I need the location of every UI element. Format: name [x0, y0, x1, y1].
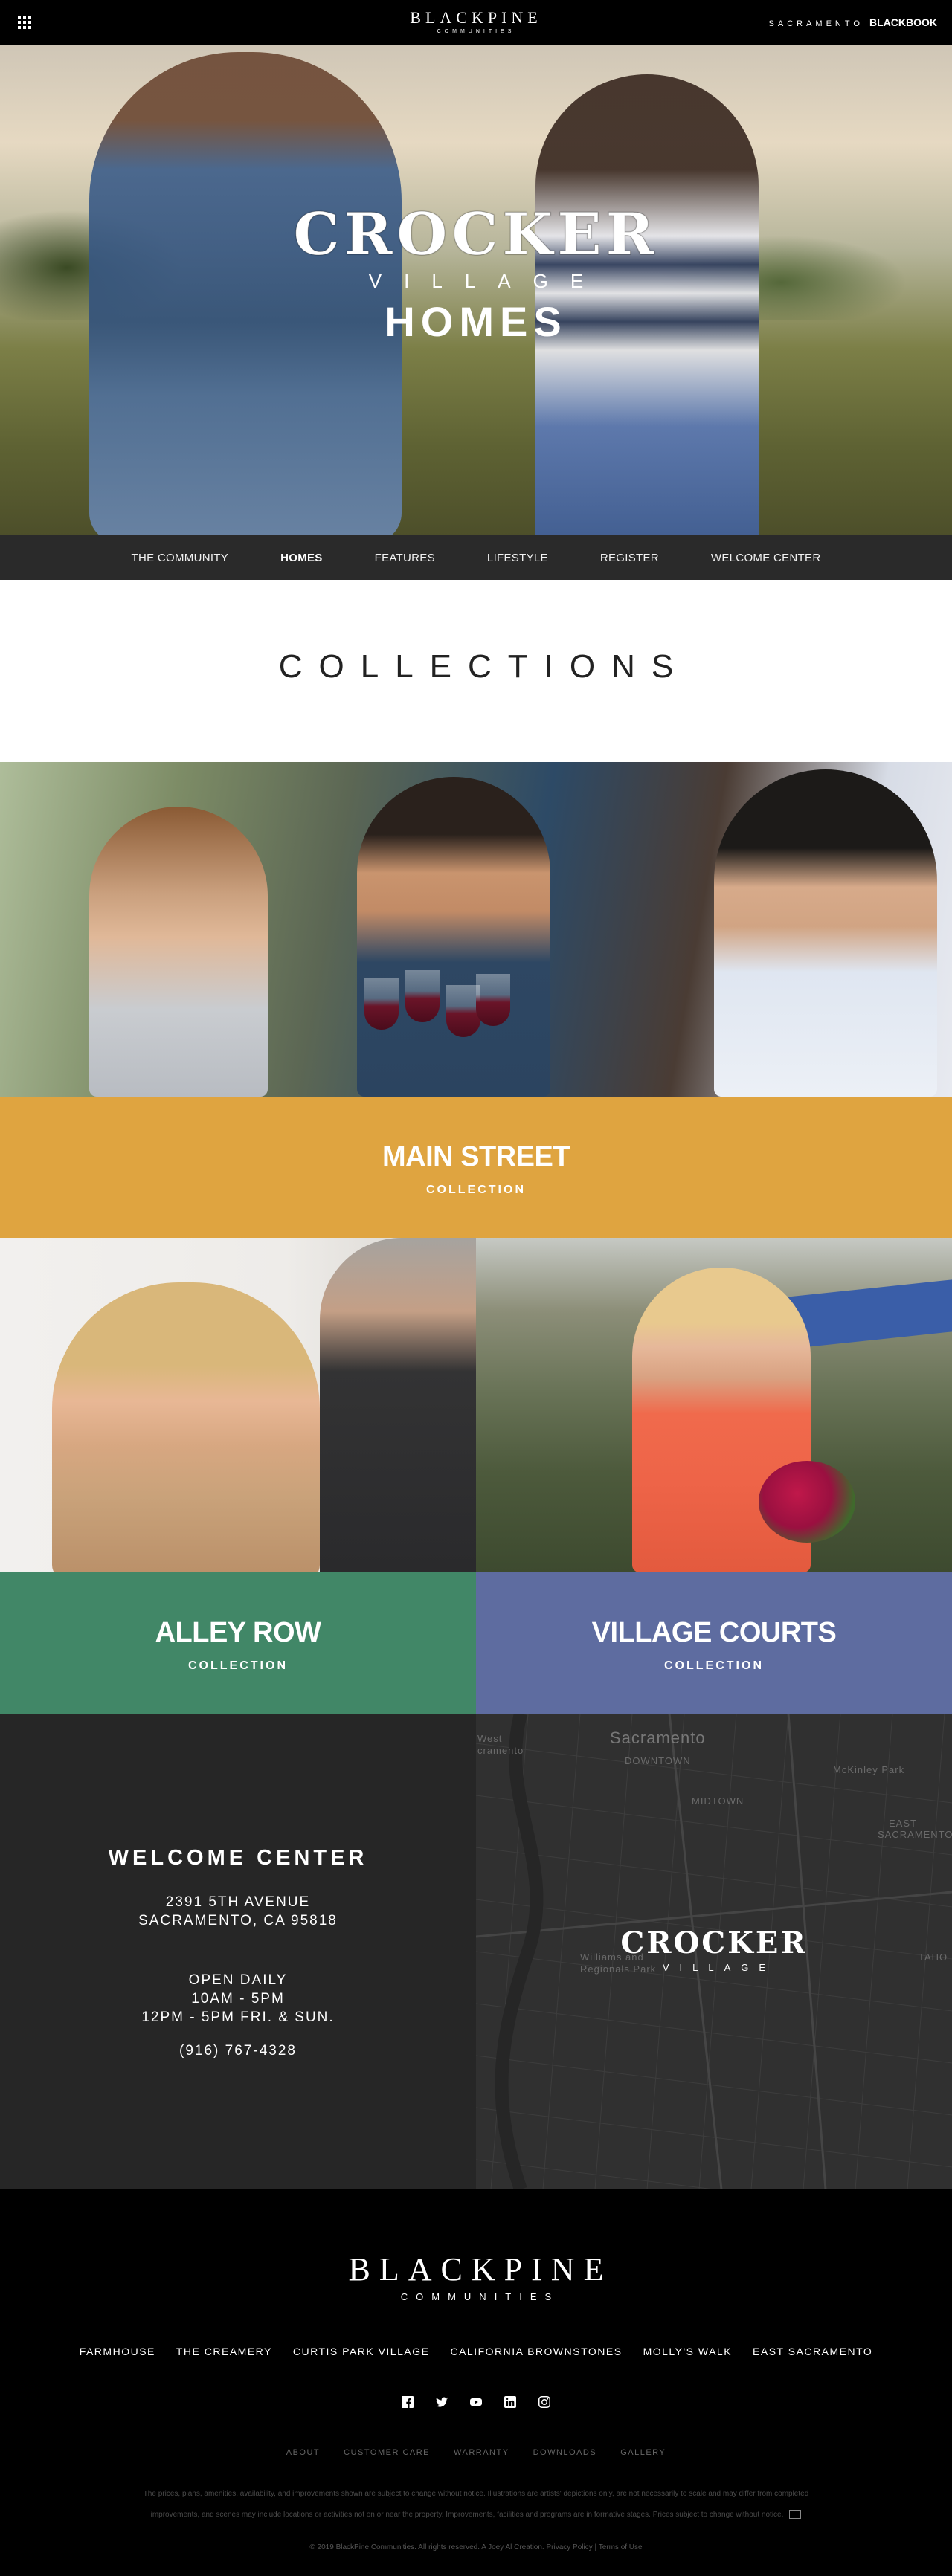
facebook-icon[interactable]	[402, 2396, 414, 2408]
collection-name: VILLAGE COURTS	[591, 1617, 837, 1648]
map-label: Sacramento	[610, 1728, 706, 1747]
hero-title-village: VILLAGE	[368, 270, 606, 292]
disclaimer-line: improvements, and scenes may include loc…	[150, 2511, 784, 2519]
collection-sub: COLLECTION	[426, 1184, 526, 1196]
photo-figure-woman	[52, 1282, 320, 1572]
photo-figure-man	[357, 777, 550, 1097]
footer-logo-word: BLACKPINE	[348, 2251, 613, 2288]
footer-link-east-sacramento[interactable]: EAST SACRAMENTO	[753, 2346, 872, 2357]
collection-sub: COLLECTION	[664, 1659, 764, 1672]
welcome-center-title: WELCOME CENTER	[108, 1846, 368, 1870]
footer-link-mollys-walk[interactable]: MOLLY'S WALK	[643, 2346, 732, 2357]
welcome-phone-link[interactable]: (916) 767-4328	[0, 2043, 476, 2059]
hero-title: CROCKER VILLAGE HOMES	[0, 201, 952, 346]
collections-heading: COLLECTIONS	[278, 648, 690, 685]
crocker-village-map-logo: CROCKER VILLAGE	[476, 1925, 952, 1973]
site-footer: BLACKPINE COMMUNITIES FARMHOUSE THE CREA…	[0, 2189, 952, 2576]
nav-welcome-center[interactable]: WELCOME CENTER	[711, 552, 821, 564]
legal-disclaimer: The prices, plans, amenities, availabili…	[100, 2484, 852, 2525]
alley-row-photo[interactable]	[0, 1238, 476, 1572]
footer-logo-sub: COMMUNITIES	[400, 2291, 560, 2302]
nav-the-community[interactable]: THE COMMUNITY	[132, 552, 229, 564]
logo-sub: COMMUNITIES	[437, 29, 515, 34]
photo-figure-couple	[714, 769, 937, 1097]
wine-glass	[364, 978, 399, 1030]
nav-features[interactable]: FEATURES	[375, 552, 435, 564]
wine-glass	[405, 970, 440, 1022]
photo-figure-woman	[89, 807, 268, 1097]
address-line: SACRAMENTO, CA 95818	[138, 1913, 338, 1928]
hero-title-crocker: CROCKER	[293, 201, 659, 269]
youtube-icon[interactable]	[470, 2396, 482, 2408]
section-nav: THE COMMUNITY HOMES FEATURES LIFESTYLE R…	[0, 535, 952, 580]
map-label: DOWNTOWN	[625, 1755, 691, 1766]
main-street-photo[interactable]	[0, 762, 952, 1097]
top-bar: BLACKPINE COMMUNITIES SACRAMENTO BLACKBO…	[0, 0, 952, 45]
village-courts-photo[interactable]	[476, 1238, 952, 1572]
footer-link-downloads[interactable]: DOWNLOADS	[533, 2448, 597, 2457]
map-label: McKinley Park	[833, 1764, 905, 1775]
hours-line: 12PM - 5PM FRI. & SUN.	[141, 2010, 335, 2025]
alley-row-collection-panel[interactable]: ALLEY ROW COLLECTION	[0, 1572, 476, 1714]
collection-name: ALLEY ROW	[155, 1617, 321, 1648]
location-map[interactable]: Sacramento DOWNTOWN MIDTOWN McKinley Par…	[476, 1714, 952, 2189]
map-logo-village: VILLAGE	[662, 1962, 776, 1973]
footer-link-gallery[interactable]: GALLERY	[620, 2448, 666, 2457]
collection-name: MAIN STREET	[382, 1141, 570, 1172]
copyright-text: © 2019 BlackPine Communities. All rights…	[309, 2543, 643, 2551]
collection-sub: COLLECTION	[188, 1659, 288, 1672]
twitter-icon[interactable]	[436, 2396, 448, 2408]
map-logo-crocker: CROCKER	[620, 1925, 808, 1960]
footer-link-curtis-park-village[interactable]: CURTIS PARK VILLAGE	[293, 2346, 430, 2357]
photo-figure-man	[320, 1238, 476, 1572]
collections-header: COLLECTIONS	[0, 580, 952, 762]
nav-lifestyle[interactable]: LIFESTYLE	[487, 552, 548, 564]
sacramento-blackbook-link[interactable]: SACRAMENTO BLACKBOOK	[769, 16, 937, 28]
footer-link-farmhouse[interactable]: FARMHOUSE	[80, 2346, 155, 2357]
map-label: West	[477, 1733, 503, 1744]
nav-register[interactable]: REGISTER	[600, 552, 659, 564]
footer-link-california-brownstones[interactable]: CALIFORNIA BROWNSTONES	[450, 2346, 622, 2357]
city-label: SACRAMENTO	[768, 19, 863, 28]
disclaimer-line-wrap: improvements, and scenes may include loc…	[100, 2505, 852, 2525]
welcome-center-info: WELCOME CENTER 2391 5TH AVENUE SACRAMENT…	[0, 1714, 476, 2189]
hours-line: OPEN DAILY	[188, 1972, 288, 1988]
nav-homes[interactable]: HOMES	[280, 552, 323, 564]
village-courts-collection-panel[interactable]: VILLAGE COURTS COLLECTION	[476, 1572, 952, 1714]
footer-link-the-creamery[interactable]: THE CREAMERY	[176, 2346, 272, 2357]
footer-community-links: FARMHOUSE THE CREAMERY CURTIS PARK VILLA…	[0, 2346, 952, 2357]
map-label: SACRAMENTO	[878, 1829, 952, 1840]
address-line: 2391 5TH AVENUE	[165, 1894, 311, 1910]
hero-banner: CROCKER VILLAGE HOMES	[0, 45, 952, 535]
equal-housing-icon	[789, 2510, 802, 2519]
social-links	[0, 2396, 952, 2408]
disclaimer-line: The prices, plans, amenities, availabili…	[143, 2490, 809, 2498]
linkedin-icon[interactable]	[504, 2396, 516, 2408]
hero-title-homes: HOMES	[385, 298, 567, 345]
map-label: EAST	[889, 1818, 917, 1829]
footer-link-customer-care[interactable]: CUSTOMER CARE	[344, 2448, 430, 2457]
footer-link-warranty[interactable]: WARRANTY	[454, 2448, 509, 2457]
footer-secondary-links: ABOUT CUSTOMER CARE WARRANTY DOWNLOADS G…	[0, 2448, 952, 2457]
welcome-hours: OPEN DAILY 10AM - 5PM 12PM - 5PM FRI. & …	[0, 1971, 476, 2027]
map-label: MIDTOWN	[692, 1795, 744, 1807]
instagram-icon[interactable]	[538, 2396, 550, 2408]
flower-bouquet	[759, 1461, 855, 1543]
welcome-address: 2391 5TH AVENUE SACRAMENTO, CA 95818	[0, 1893, 476, 1930]
hours-line: 10AM - 5PM	[191, 1991, 285, 2007]
footer-blackpine-logo[interactable]: BLACKPINE COMMUNITIES	[0, 2250, 952, 2302]
map-label: cramento	[477, 1745, 524, 1756]
blackbook-logo: BLACKBOOK	[869, 16, 937, 28]
wine-glass	[476, 974, 510, 1026]
footer-link-about[interactable]: ABOUT	[286, 2448, 320, 2457]
main-street-collection-panel[interactable]: MAIN STREET COLLECTION	[0, 1097, 952, 1238]
